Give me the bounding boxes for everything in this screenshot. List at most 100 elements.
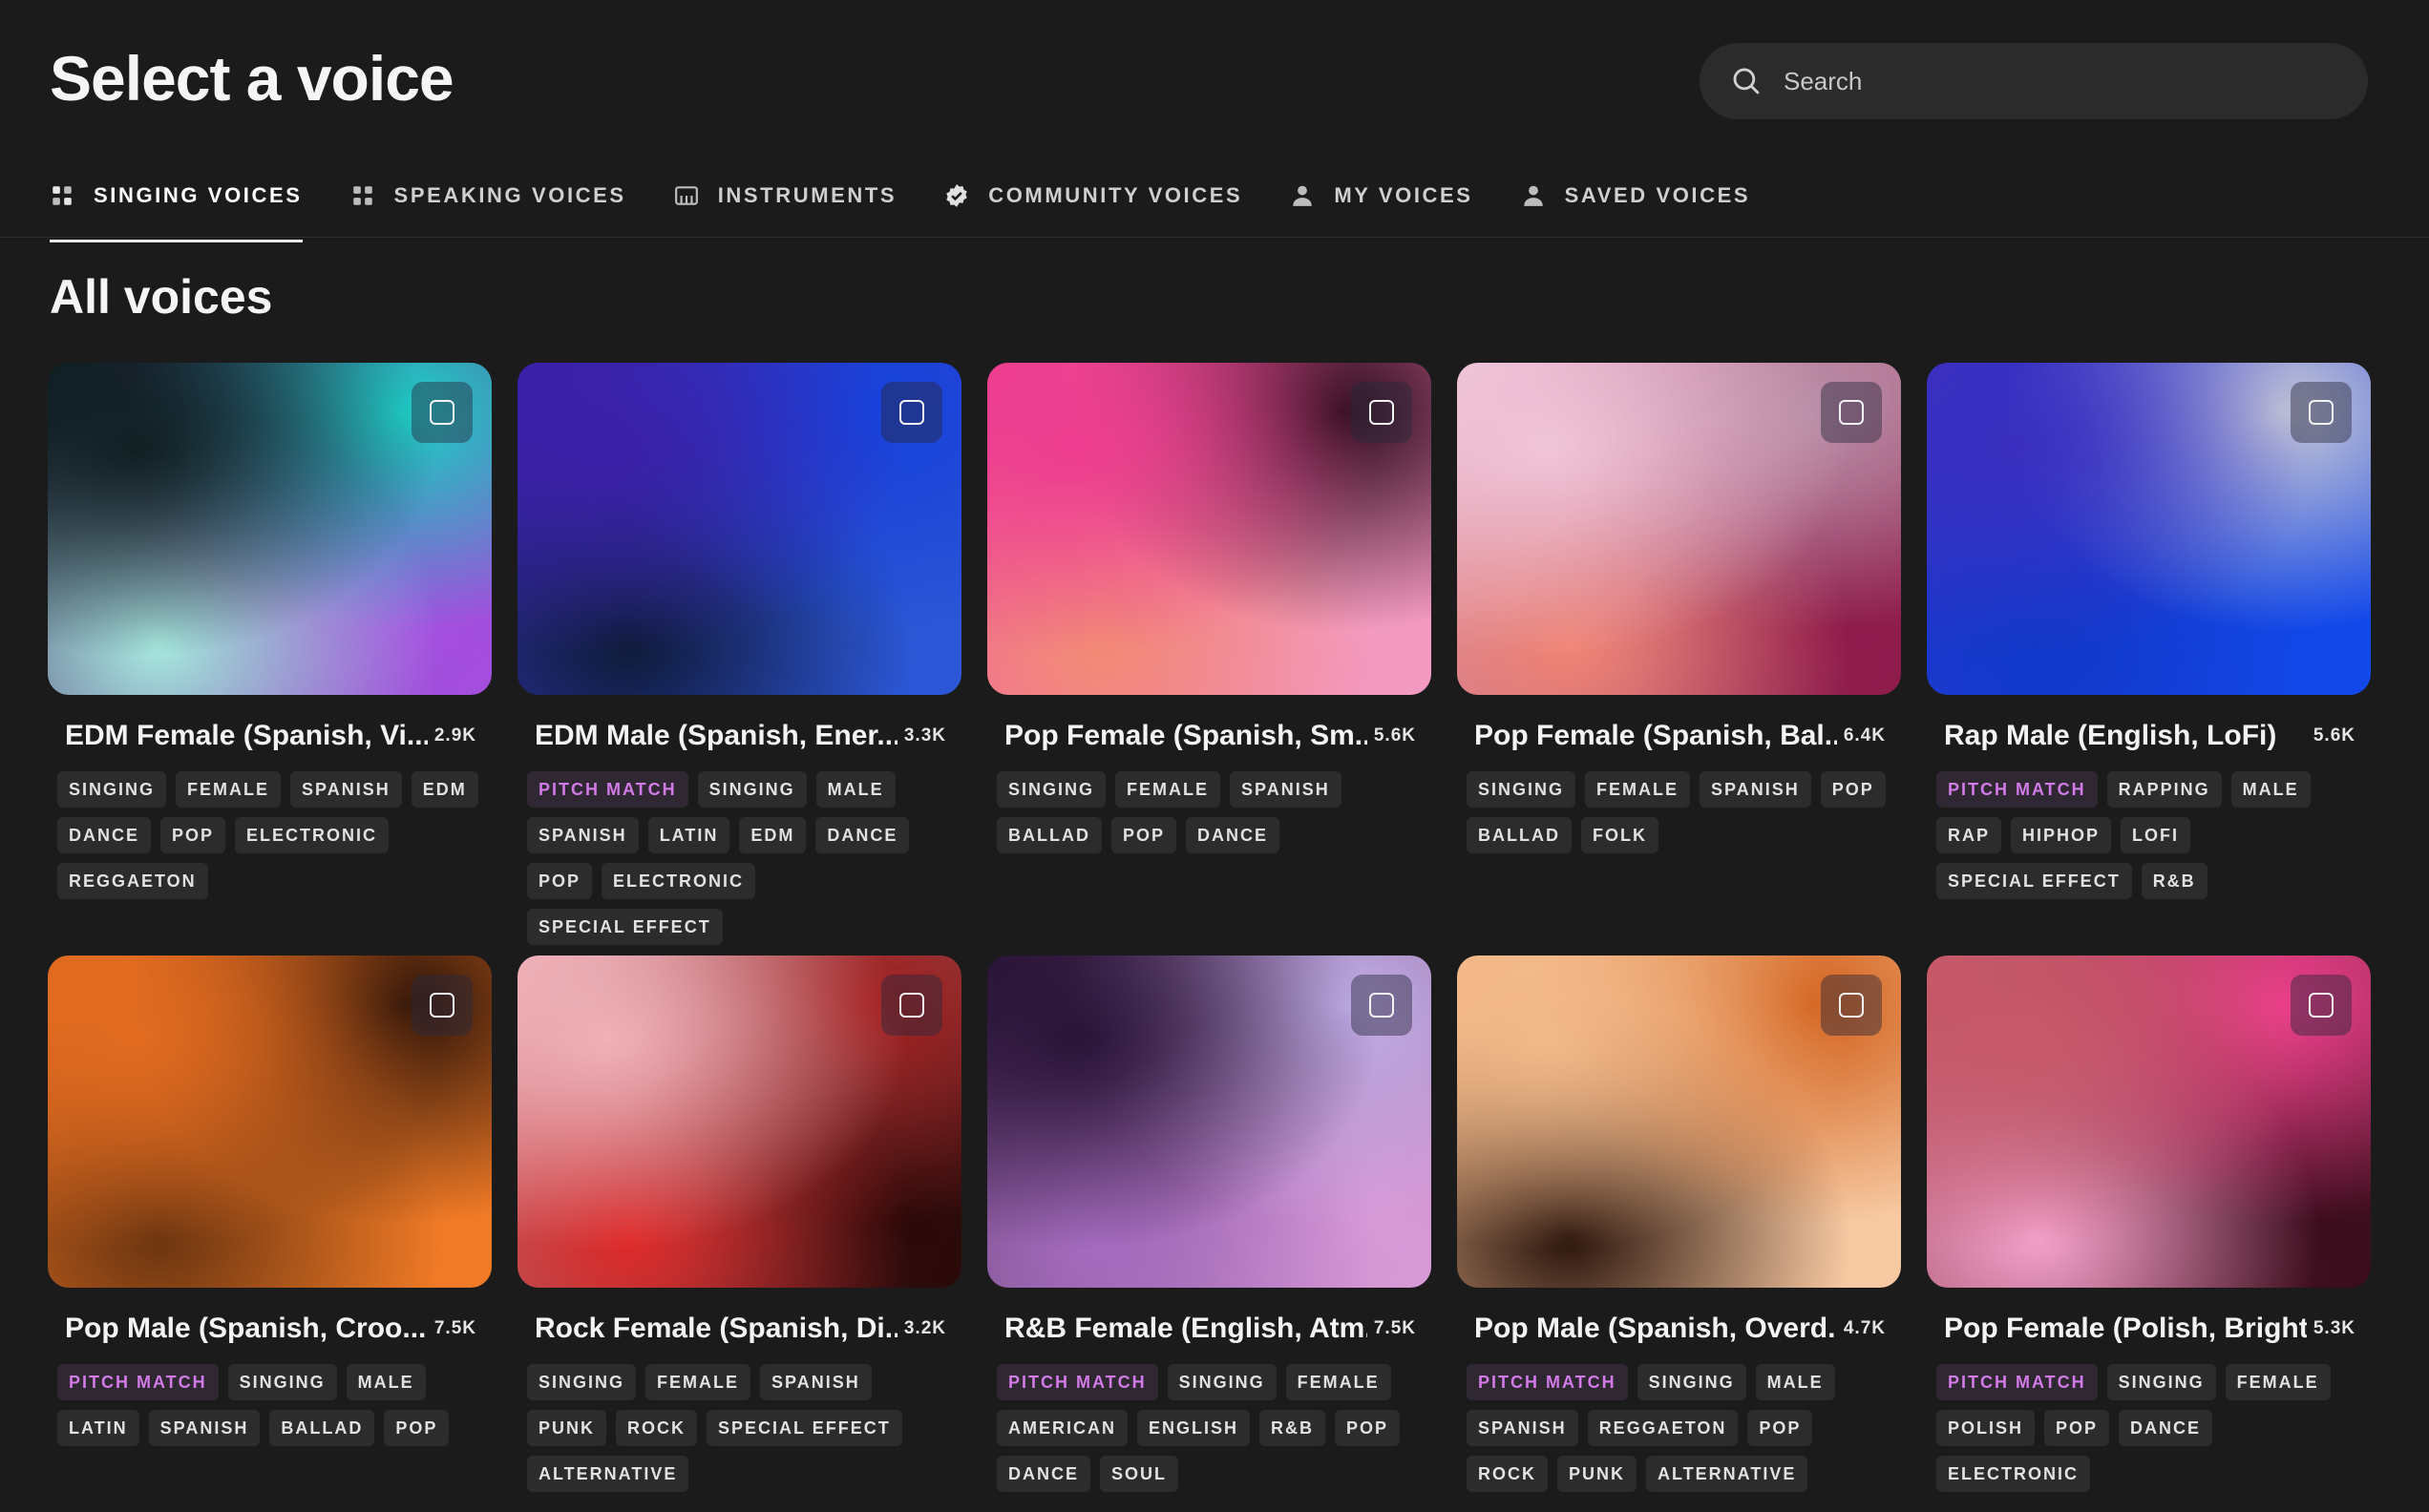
- voice-thumbnail[interactable]: [1927, 363, 2371, 695]
- pitch-match-badge[interactable]: PITCH MATCH: [997, 1364, 1158, 1400]
- tag[interactable]: POP: [2044, 1410, 2110, 1446]
- pitch-match-badge[interactable]: PITCH MATCH: [1467, 1364, 1628, 1400]
- tag[interactable]: FEMALE: [645, 1364, 751, 1400]
- tag[interactable]: EDM: [411, 771, 478, 808]
- tag[interactable]: LOFI: [2121, 817, 2191, 853]
- tag[interactable]: FOLK: [1581, 817, 1658, 853]
- voice-card[interactable]: Rock Female (Spanish, Di... 3.2K SINGING FE…: [517, 956, 961, 1502]
- voice-name[interactable]: Rock Female (Spanish, Di...: [535, 1312, 898, 1345]
- tag[interactable]: REGGAETON: [1587, 1410, 1739, 1446]
- voice-thumbnail[interactable]: [517, 956, 961, 1288]
- tag[interactable]: DANCE: [997, 1456, 1091, 1492]
- tag[interactable]: ELECTRONIC: [235, 817, 390, 853]
- pitch-match-badge[interactable]: PITCH MATCH: [1936, 1364, 2098, 1400]
- tag[interactable]: BALLAD: [997, 817, 1102, 853]
- tag[interactable]: ROCK: [616, 1410, 698, 1446]
- tag[interactable]: POLISH: [1936, 1410, 2036, 1446]
- tab-singing-voices[interactable]: SINGING VOICES: [50, 162, 303, 242]
- tag[interactable]: AMERICAN: [997, 1410, 1128, 1446]
- voice-name[interactable]: Pop Female (Spanish, Sm...: [1004, 720, 1367, 752]
- select-checkbox[interactable]: [412, 975, 473, 1036]
- voice-thumbnail[interactable]: [48, 956, 492, 1288]
- tag[interactable]: LATIN: [57, 1410, 139, 1446]
- tag[interactable]: PUNK: [527, 1410, 607, 1446]
- voice-card[interactable]: Pop Male (Spanish, Croo... 7.5K PITCH MATC…: [48, 956, 492, 1456]
- select-checkbox[interactable]: [2291, 975, 2352, 1036]
- tab-my-voices[interactable]: MY VOICES: [1290, 162, 1472, 229]
- tag[interactable]: POP: [527, 863, 593, 899]
- voice-thumbnail[interactable]: [517, 363, 961, 695]
- tag[interactable]: FEMALE: [176, 771, 282, 808]
- tag[interactable]: MALE: [815, 771, 896, 808]
- tag[interactable]: SPANISH: [290, 771, 402, 808]
- tag[interactable]: SPECIAL EFFECT: [1936, 863, 2132, 899]
- tag[interactable]: SINGING: [1167, 1364, 1277, 1400]
- tag[interactable]: SPECIAL EFFECT: [527, 909, 723, 945]
- tag[interactable]: POP: [1747, 1410, 1813, 1446]
- tag[interactable]: FEMALE: [1285, 1364, 1391, 1400]
- tag[interactable]: RAP: [1936, 817, 2002, 853]
- tag[interactable]: POP: [1820, 771, 1886, 808]
- select-checkbox[interactable]: [412, 382, 473, 443]
- tag[interactable]: ALTERNATIVE: [527, 1456, 689, 1492]
- select-checkbox[interactable]: [881, 975, 942, 1036]
- pitch-match-badge[interactable]: PITCH MATCH: [527, 771, 688, 808]
- search-input[interactable]: Search: [1700, 43, 2368, 119]
- tag[interactable]: HIPHOP: [2011, 817, 2112, 853]
- tag[interactable]: ALTERNATIVE: [1646, 1456, 1808, 1492]
- tab-saved-voices[interactable]: SAVED VOICES: [1521, 162, 1751, 229]
- voice-name[interactable]: Pop Female (Spanish, Bal...: [1474, 720, 1837, 752]
- voice-thumbnail[interactable]: [48, 363, 492, 695]
- tag[interactable]: POP: [1335, 1410, 1401, 1446]
- voice-name[interactable]: EDM Male (Spanish, Ener...: [535, 720, 898, 752]
- tag[interactable]: SPANISH: [1467, 1410, 1578, 1446]
- tag[interactable]: MALE: [1755, 1364, 1835, 1400]
- tag[interactable]: POP: [1111, 817, 1177, 853]
- tag[interactable]: DANCE: [815, 817, 910, 853]
- select-checkbox[interactable]: [1821, 975, 1882, 1036]
- tag[interactable]: SINGING: [527, 1364, 637, 1400]
- tag[interactable]: SINGING: [227, 1364, 337, 1400]
- tag[interactable]: SPANISH: [760, 1364, 872, 1400]
- voice-thumbnail[interactable]: [1457, 363, 1901, 695]
- tag[interactable]: R&B: [2141, 863, 2207, 899]
- select-checkbox[interactable]: [881, 382, 942, 443]
- tag[interactable]: SOUL: [1100, 1456, 1179, 1492]
- tag[interactable]: MALE: [2230, 771, 2311, 808]
- tag[interactable]: BALLAD: [1467, 817, 1572, 853]
- voice-card[interactable]: Pop Female (Spanish, Bal... 6.4K SINGING FE…: [1457, 363, 1901, 863]
- voice-card[interactable]: Pop Male (Spanish, Overd... 4.7K PITCH MAT…: [1457, 956, 1901, 1502]
- voice-card[interactable]: Rap Male (English, LoFi) 5.6K PITCH MATCH R…: [1927, 363, 2371, 909]
- tag[interactable]: ELECTRONIC: [602, 863, 756, 899]
- tab-community-voices[interactable]: COMMUNITY VOICES: [944, 162, 1242, 229]
- pitch-match-badge[interactable]: PITCH MATCH: [1936, 771, 2098, 808]
- tag[interactable]: ELECTRONIC: [1936, 1456, 2090, 1492]
- tag[interactable]: R&B: [1259, 1410, 1326, 1446]
- tag[interactable]: SPECIAL EFFECT: [707, 1410, 902, 1446]
- tag[interactable]: ROCK: [1467, 1456, 1548, 1492]
- tag[interactable]: FEMALE: [1115, 771, 1221, 808]
- voice-name[interactable]: Pop Female (Polish, Bright): [1944, 1312, 2307, 1345]
- tag[interactable]: SPANISH: [1700, 771, 1811, 808]
- voice-card[interactable]: EDM Female (Spanish, Vi... 2.9K SINGING FEM…: [48, 363, 492, 909]
- voice-thumbnail[interactable]: [987, 956, 1431, 1288]
- voice-name[interactable]: EDM Female (Spanish, Vi...: [65, 720, 428, 752]
- tag[interactable]: MALE: [346, 1364, 426, 1400]
- tag[interactable]: RAPPING: [2106, 771, 2222, 808]
- tag[interactable]: LATIN: [647, 817, 730, 853]
- tag[interactable]: SINGING: [697, 771, 807, 808]
- tag[interactable]: ENGLISH: [1137, 1410, 1251, 1446]
- voice-thumbnail[interactable]: [987, 363, 1431, 695]
- voice-name[interactable]: Rap Male (English, LoFi): [1944, 720, 2276, 752]
- tag[interactable]: SINGING: [997, 771, 1107, 808]
- tag[interactable]: FEMALE: [2225, 1364, 2331, 1400]
- voice-name[interactable]: R&B Female (English, Atm...: [1004, 1312, 1367, 1345]
- tab-speaking-voices[interactable]: SPEAKING VOICES: [350, 162, 626, 229]
- tag[interactable]: FEMALE: [1585, 771, 1691, 808]
- select-checkbox[interactable]: [1351, 382, 1412, 443]
- tag[interactable]: SINGING: [1467, 771, 1576, 808]
- tag[interactable]: SPANISH: [527, 817, 639, 853]
- tag[interactable]: EDM: [739, 817, 807, 853]
- select-checkbox[interactable]: [1821, 382, 1882, 443]
- pitch-match-badge[interactable]: PITCH MATCH: [57, 1364, 219, 1400]
